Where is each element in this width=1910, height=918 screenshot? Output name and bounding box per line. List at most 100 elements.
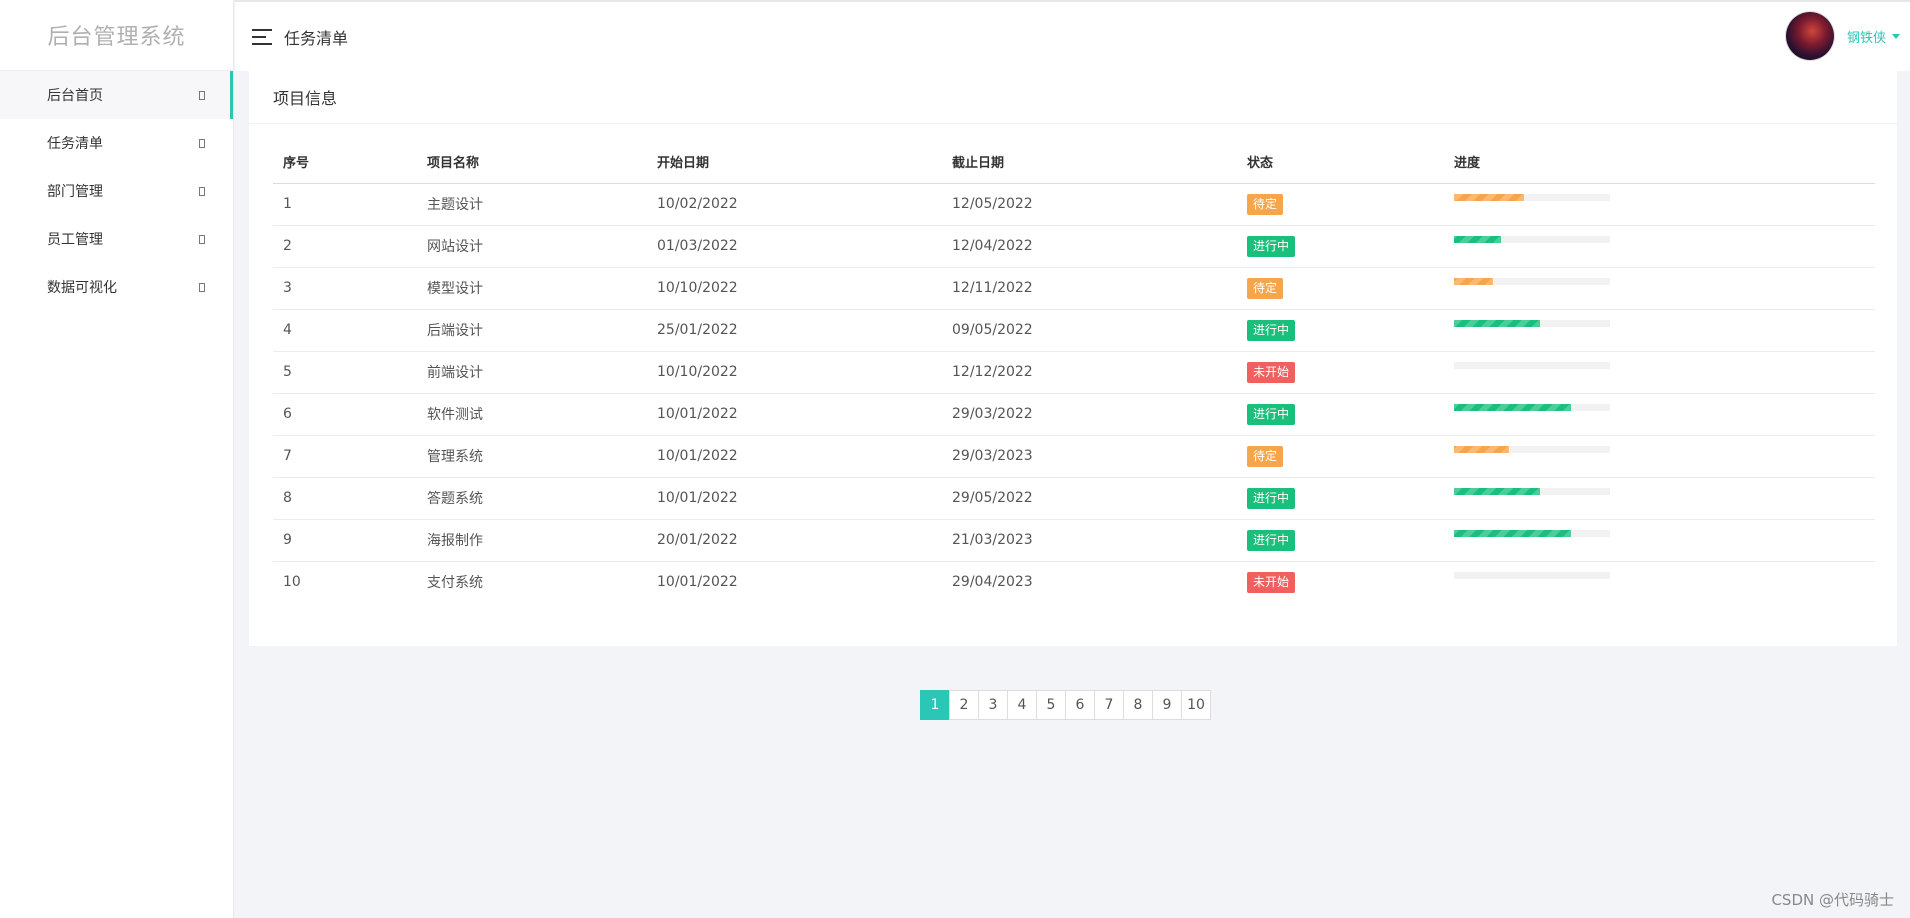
page-button-2[interactable]: 2 xyxy=(949,690,979,720)
cell-start: 01/03/2022 xyxy=(647,225,942,268)
status-badge: 进行中 xyxy=(1247,403,1296,425)
cell-status: 待定 xyxy=(1237,267,1444,310)
cell-start: 10/01/2022 xyxy=(647,477,942,520)
avatar[interactable] xyxy=(1785,12,1834,60)
cell-end: 29/03/2022 xyxy=(942,393,1237,436)
status-badge: 待定 xyxy=(1247,277,1284,299)
page-button-10[interactable]: 10 xyxy=(1181,690,1211,720)
cell-name: 后端设计 xyxy=(417,309,647,352)
cell-name: 软件测试 xyxy=(417,393,647,436)
cell-name: 答题系统 xyxy=(417,477,647,520)
cell-progress xyxy=(1444,519,1875,562)
sidebar-item-2[interactable]: 任务清单 xyxy=(0,119,233,167)
cell-status: 进行中 xyxy=(1237,225,1444,268)
page-button-3[interactable]: 3 xyxy=(978,690,1008,720)
status-badge: 待定 xyxy=(1247,445,1284,467)
progress-bar xyxy=(1454,530,1610,537)
progress-fill xyxy=(1454,236,1501,243)
sidebar-item-label: 任务清单 xyxy=(47,136,103,152)
cell-start: 10/01/2022 xyxy=(657,574,738,591)
cell-progress xyxy=(1444,267,1875,310)
column-header: 项目名称 xyxy=(417,141,647,184)
chevron-down-icon[interactable] xyxy=(1892,33,1900,39)
project-card: 项目信息 序号 项目名称 开始日期 截止日期 状态 进度 1 主题设计 10/02/2022 1… xyxy=(249,71,1897,646)
progress-bar xyxy=(1454,572,1610,580)
progress-bar xyxy=(1454,488,1610,495)
sidebar-item-3[interactable]: 部门管理 xyxy=(0,167,233,215)
cell-end: 29/05/2022 xyxy=(942,477,1237,520)
cell-start: 10/10/2022 xyxy=(647,351,942,394)
sidebar-item-5[interactable]: 数据可视化 xyxy=(0,263,233,311)
progress-fill xyxy=(1454,194,1525,201)
cell-id: 3 xyxy=(273,267,417,310)
sidebar-item-label: 部门管理 xyxy=(47,184,103,200)
caret-icon xyxy=(199,234,205,244)
progress-fill xyxy=(1454,320,1540,327)
progress-bar xyxy=(1454,446,1610,453)
cell-id: 7 xyxy=(273,435,417,478)
page-button-6[interactable]: 6 xyxy=(1065,690,1095,720)
page-button-4[interactable]: 4 xyxy=(1007,690,1037,720)
cell-progress xyxy=(1444,225,1875,268)
card-title: 项目信息 xyxy=(249,71,1897,124)
table-row: 10 支付系统 10/01/2022 29/04/2023 未开始 xyxy=(273,561,1875,603)
cell-id: 2 xyxy=(273,225,417,268)
user-menu[interactable]: 钢铁侠 xyxy=(1785,12,1900,60)
page-button-8[interactable]: 8 xyxy=(1123,690,1153,720)
cell-status: 进行中 xyxy=(1237,519,1444,562)
column-header: 状态 xyxy=(1237,141,1444,184)
cell-end: 12/11/2022 xyxy=(942,267,1237,310)
column-header: 开始日期 xyxy=(647,141,942,184)
page-button-7[interactable]: 7 xyxy=(1094,690,1124,720)
status-badge: 未开始 xyxy=(1247,361,1296,383)
cell-id: 8 xyxy=(273,477,417,520)
cell-name: 前端设计 xyxy=(417,351,647,394)
progress-fill xyxy=(1454,278,1493,285)
caret-icon xyxy=(199,90,205,100)
cell-end: 21/03/2023 xyxy=(942,519,1237,562)
cell-status: 进行中 xyxy=(1237,477,1444,520)
cell-start: 10/01/2022 xyxy=(647,435,942,478)
column-header: 序号 xyxy=(273,141,417,184)
table-row: 4 后端设计 25/01/2022 09/05/2022 进行中 xyxy=(273,309,1875,352)
user-name[interactable]: 钢铁侠 xyxy=(1847,27,1886,46)
progress-bar xyxy=(1454,194,1610,201)
cell-end: 12/04/2022 xyxy=(942,225,1237,268)
cell-id: 10 xyxy=(283,574,301,591)
page-button-1[interactable]: 1 xyxy=(920,690,950,720)
menu-toggle-icon[interactable] xyxy=(252,28,272,45)
table-header-row: 序号 项目名称 开始日期 截止日期 状态 进度 xyxy=(273,141,1875,184)
cell-progress xyxy=(1444,183,1875,226)
progress-fill xyxy=(1454,404,1571,411)
sidebar-item-1[interactable]: 后台首页 xyxy=(0,71,233,119)
cell-name: 网站设计 xyxy=(417,225,647,268)
status-badge: 未开始 xyxy=(1247,571,1296,593)
caret-icon xyxy=(199,186,205,196)
cell-progress xyxy=(1444,435,1875,478)
sidebar-item-4[interactable]: 员工管理 xyxy=(0,215,233,263)
pagination: 1 2 3 4 5 6 7 8 9 10 xyxy=(920,690,1211,720)
cell-end: 29/03/2023 xyxy=(942,435,1237,478)
progress-bar xyxy=(1454,236,1610,243)
status-badge: 进行中 xyxy=(1247,529,1296,551)
cell-name: 海报制作 xyxy=(417,519,647,562)
cell-id: 1 xyxy=(273,183,417,226)
sidebar-item-label: 员工管理 xyxy=(47,232,103,248)
table-row: 5 前端设计 10/10/2022 12/12/2022 未开始 xyxy=(273,351,1875,394)
cell-start: 10/01/2022 xyxy=(647,393,942,436)
cell-start: 10/10/2022 xyxy=(647,267,942,310)
cell-status: 未开始 xyxy=(1237,351,1444,394)
progress-bar xyxy=(1454,278,1610,285)
cell-id: 4 xyxy=(273,309,417,352)
page-button-5[interactable]: 5 xyxy=(1036,690,1066,720)
column-header: 进度 xyxy=(1444,141,1875,184)
cell-status: 待定 xyxy=(1237,183,1444,226)
cell-id: 9 xyxy=(273,519,417,562)
table-row: 7 管理系统 10/01/2022 29/03/2023 待定 xyxy=(273,435,1875,478)
page-button-9[interactable]: 9 xyxy=(1152,690,1182,720)
cell-status: 未开始 xyxy=(1237,561,1444,603)
cell-start: 25/01/2022 xyxy=(647,309,942,352)
table-body: 1 主题设计 10/02/2022 12/05/2022 待定 2 网站设计 01/03/20… xyxy=(273,183,1875,603)
watermark: CSDN @代码骑士 xyxy=(1771,891,1894,909)
cell-progress xyxy=(1444,561,1875,603)
